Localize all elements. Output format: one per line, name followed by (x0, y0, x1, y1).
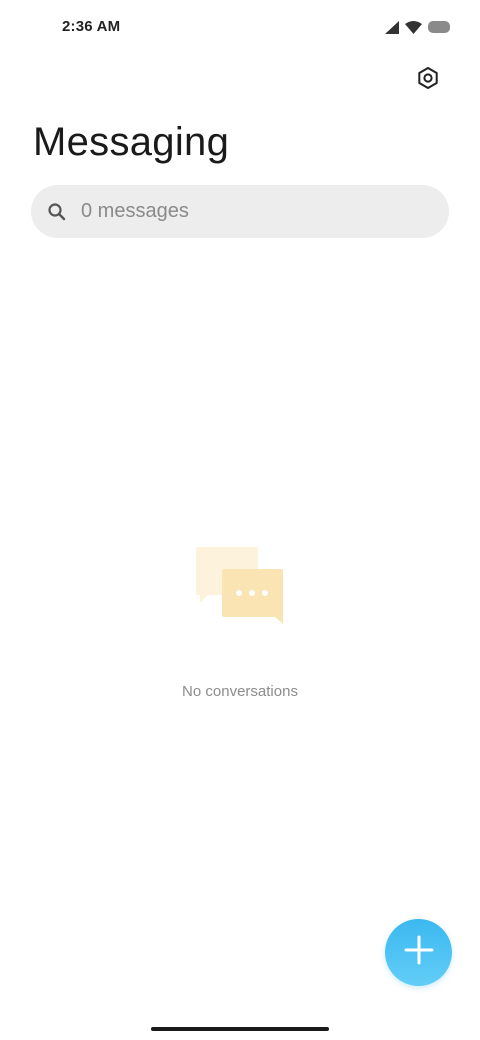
status-icons (385, 19, 450, 35)
plus-icon (403, 934, 435, 971)
home-indicator[interactable] (151, 1027, 329, 1031)
signal-icon (385, 20, 399, 34)
status-time: 2:36 AM (62, 18, 121, 35)
messaging-screen: 2:36 AM Messaging 0 messages No conversa… (0, 0, 480, 1040)
search-icon (47, 202, 67, 222)
settings-button[interactable] (412, 64, 444, 96)
chat-bubbles-icon (194, 545, 286, 627)
empty-state-text: No conversations (182, 683, 298, 700)
settings-icon (416, 66, 440, 95)
new-conversation-button[interactable] (385, 919, 452, 986)
page-title: Messaging (33, 120, 230, 164)
search-input[interactable] (81, 200, 401, 223)
search-bar[interactable] (31, 185, 449, 238)
status-bar: 2:36 AM (0, 0, 480, 56)
battery-icon (428, 21, 450, 33)
wifi-icon (405, 20, 422, 34)
